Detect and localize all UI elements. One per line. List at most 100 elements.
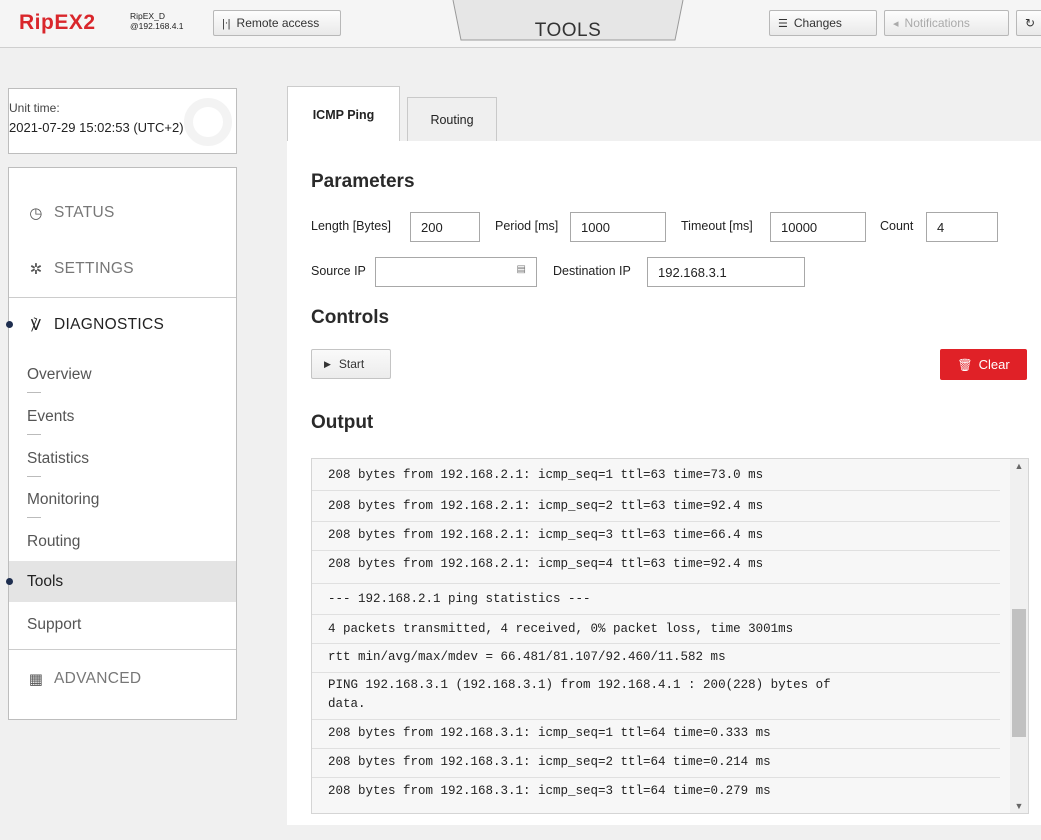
- output-line: 208 bytes from 192.168.2.1: icmp_seq=2 t…: [328, 499, 764, 513]
- signal-icon: |ᐧ|: [222, 17, 231, 30]
- sidebar-item-label: Statistics: [27, 449, 90, 467]
- sidebar-item-statistics[interactable]: Statistics: [9, 438, 236, 479]
- ripex-logo: RipEX2: [19, 11, 96, 34]
- refresh-button[interactable]: ↻: [1016, 10, 1041, 36]
- stethoscope-icon: ℣: [30, 317, 42, 334]
- line-divider: [312, 748, 1000, 749]
- notifications-button[interactable]: ◂ Notifications: [884, 10, 1009, 36]
- top-bar: RipEX2 RipEX_D @192.168.4.1 |ᐧ| Remote a…: [0, 0, 1041, 48]
- scroll-up-icon[interactable]: ▲: [1012, 461, 1026, 471]
- nav-divider: [9, 649, 236, 650]
- start-label: Start: [338, 357, 365, 371]
- unit-time-value: 2021-07-29 15:02:53 (UTC+2): [9, 120, 184, 135]
- output-line: 208 bytes from 192.168.2.1: icmp_seq=1 t…: [328, 468, 764, 482]
- sidebar-item-support[interactable]: Support: [9, 604, 236, 645]
- output-line: 208 bytes from 192.168.3.1: icmp_seq=2 t…: [328, 755, 771, 769]
- sidebar-nav: ◷ STATUS ✲ SETTINGS ℣ DIAGNOSTICS Overvi…: [6, 167, 237, 720]
- selected-item-bullet: [6, 578, 13, 585]
- notifications-label: Notifications: [904, 16, 970, 30]
- line-divider: [312, 719, 1000, 720]
- sidebar-item-overview[interactable]: Overview: [9, 354, 236, 395]
- sidebar-item-label: Tools: [27, 572, 64, 590]
- unit-time-label: Unit time:: [9, 101, 60, 115]
- source-ip-input[interactable]: ▤: [375, 257, 537, 287]
- destination-ip-input[interactable]: 192.168.3.1: [647, 257, 805, 287]
- sidebar-item-events[interactable]: Events: [9, 396, 236, 437]
- timeout-label: Timeout [ms]: [681, 219, 753, 233]
- line-divider: [312, 550, 1000, 551]
- line-divider: [312, 614, 1000, 615]
- line-divider: [312, 777, 1000, 778]
- trash-icon: 🗑: [957, 357, 973, 372]
- timeout-input[interactable]: 10000: [770, 212, 866, 242]
- remote-access-label: Remote access: [236, 16, 320, 30]
- line-divider: [312, 672, 1000, 673]
- output-log[interactable]: 208 bytes from 192.168.2.1: icmp_seq=1 t…: [311, 458, 1029, 814]
- output-line: 208 bytes from 192.168.3.1: icmp_seq=1 t…: [328, 726, 771, 740]
- clock-icon: [184, 98, 232, 146]
- item-divider: [27, 434, 41, 435]
- output-line: data.: [328, 697, 366, 711]
- nav-status-label: STATUS: [54, 204, 115, 221]
- line-divider: [312, 521, 1000, 522]
- item-divider: [27, 392, 41, 393]
- list-icon: ☰: [778, 17, 788, 30]
- contact-card-icon[interactable]: ▤: [517, 264, 526, 275]
- sidebar-item-label: Routing: [27, 532, 81, 550]
- nav-divider: [9, 297, 236, 298]
- line-divider: [312, 643, 1000, 644]
- sidebar-item-label: Support: [27, 615, 82, 633]
- output-scrollbar[interactable]: ▲ ▼: [1010, 459, 1028, 813]
- tab-routing[interactable]: Routing: [407, 97, 497, 142]
- nav-advanced[interactable]: ▦ ADVANCED: [9, 668, 236, 690]
- output-line: 208 bytes from 192.168.2.1: icmp_seq=3 t…: [328, 528, 764, 542]
- sidebar-item-label: Monitoring: [27, 490, 100, 508]
- nav-diagnostics-label: DIAGNOSTICS: [54, 316, 165, 333]
- scroll-down-icon[interactable]: ▼: [1012, 801, 1026, 811]
- source-ip-label: Source IP: [311, 264, 366, 278]
- length-input[interactable]: 200: [410, 212, 480, 242]
- nav-settings[interactable]: ✲ SETTINGS: [9, 258, 236, 280]
- parameters-heading: Parameters: [311, 171, 415, 192]
- item-divider: [27, 517, 41, 518]
- device-name: RipEX_D: [130, 11, 165, 21]
- sidebar-item-tools[interactable]: Tools: [9, 561, 236, 602]
- start-button[interactable]: ▶ Start: [311, 349, 391, 379]
- item-divider: [27, 476, 41, 477]
- sidebar-item-routing[interactable]: Routing: [9, 521, 236, 562]
- period-input[interactable]: 1000: [570, 212, 666, 242]
- line-divider: [312, 490, 1000, 491]
- count-label: Count: [880, 219, 914, 233]
- output-line: 4 packets transmitted, 4 received, 0% pa…: [328, 622, 794, 636]
- clear-label: Clear: [978, 357, 1010, 372]
- output-line: PING 192.168.3.1 (192.168.3.1) from 192.…: [328, 678, 831, 692]
- changes-label: Changes: [793, 16, 842, 30]
- count-input[interactable]: 4: [926, 212, 998, 242]
- tab-icmp-ping[interactable]: ICMP Ping: [287, 86, 400, 142]
- sidebar-item-monitoring[interactable]: Monitoring: [9, 479, 236, 520]
- clear-button[interactable]: 🗑 Clear: [940, 349, 1027, 380]
- output-line: 208 bytes from 192.168.2.1: icmp_seq=4 t…: [328, 557, 764, 571]
- refresh-icon: ↻: [1025, 16, 1036, 30]
- output-line: --- 192.168.2.1 ping statistics ---: [328, 592, 591, 606]
- nav-settings-label: SETTINGS: [54, 260, 134, 277]
- output-heading: Output: [311, 412, 374, 433]
- length-label: Length [Bytes]: [311, 219, 391, 233]
- page-title: TOOLS: [534, 20, 602, 41]
- play-icon: ▶: [324, 358, 331, 369]
- nav-diagnostics[interactable]: ℣ DIAGNOSTICS: [9, 313, 236, 337]
- output-line: 208 bytes from 192.168.3.1: icmp_seq=3 t…: [328, 784, 771, 798]
- unit-time-panel: Unit time: 2021-07-29 15:02:53 (UTC+2): [8, 88, 237, 154]
- line-divider: [312, 583, 1000, 584]
- scrollbar-thumb[interactable]: [1012, 609, 1026, 737]
- device-ip: @192.168.4.1: [130, 21, 184, 31]
- changes-button[interactable]: ☰ Changes: [769, 10, 877, 36]
- period-label: Period [ms]: [495, 219, 559, 233]
- gears-icon: ✲: [29, 261, 43, 278]
- remote-access-button[interactable]: |ᐧ| Remote access: [213, 10, 341, 36]
- sidebar-item-label: Events: [27, 407, 75, 425]
- main-panel: Parameters Length [Bytes] 200 Period [ms…: [287, 141, 1041, 825]
- nav-status[interactable]: ◷ STATUS: [9, 202, 236, 224]
- output-line: rtt min/avg/max/mdev = 66.481/81.107/92.…: [328, 650, 726, 664]
- grid-icon: ▦: [28, 671, 44, 688]
